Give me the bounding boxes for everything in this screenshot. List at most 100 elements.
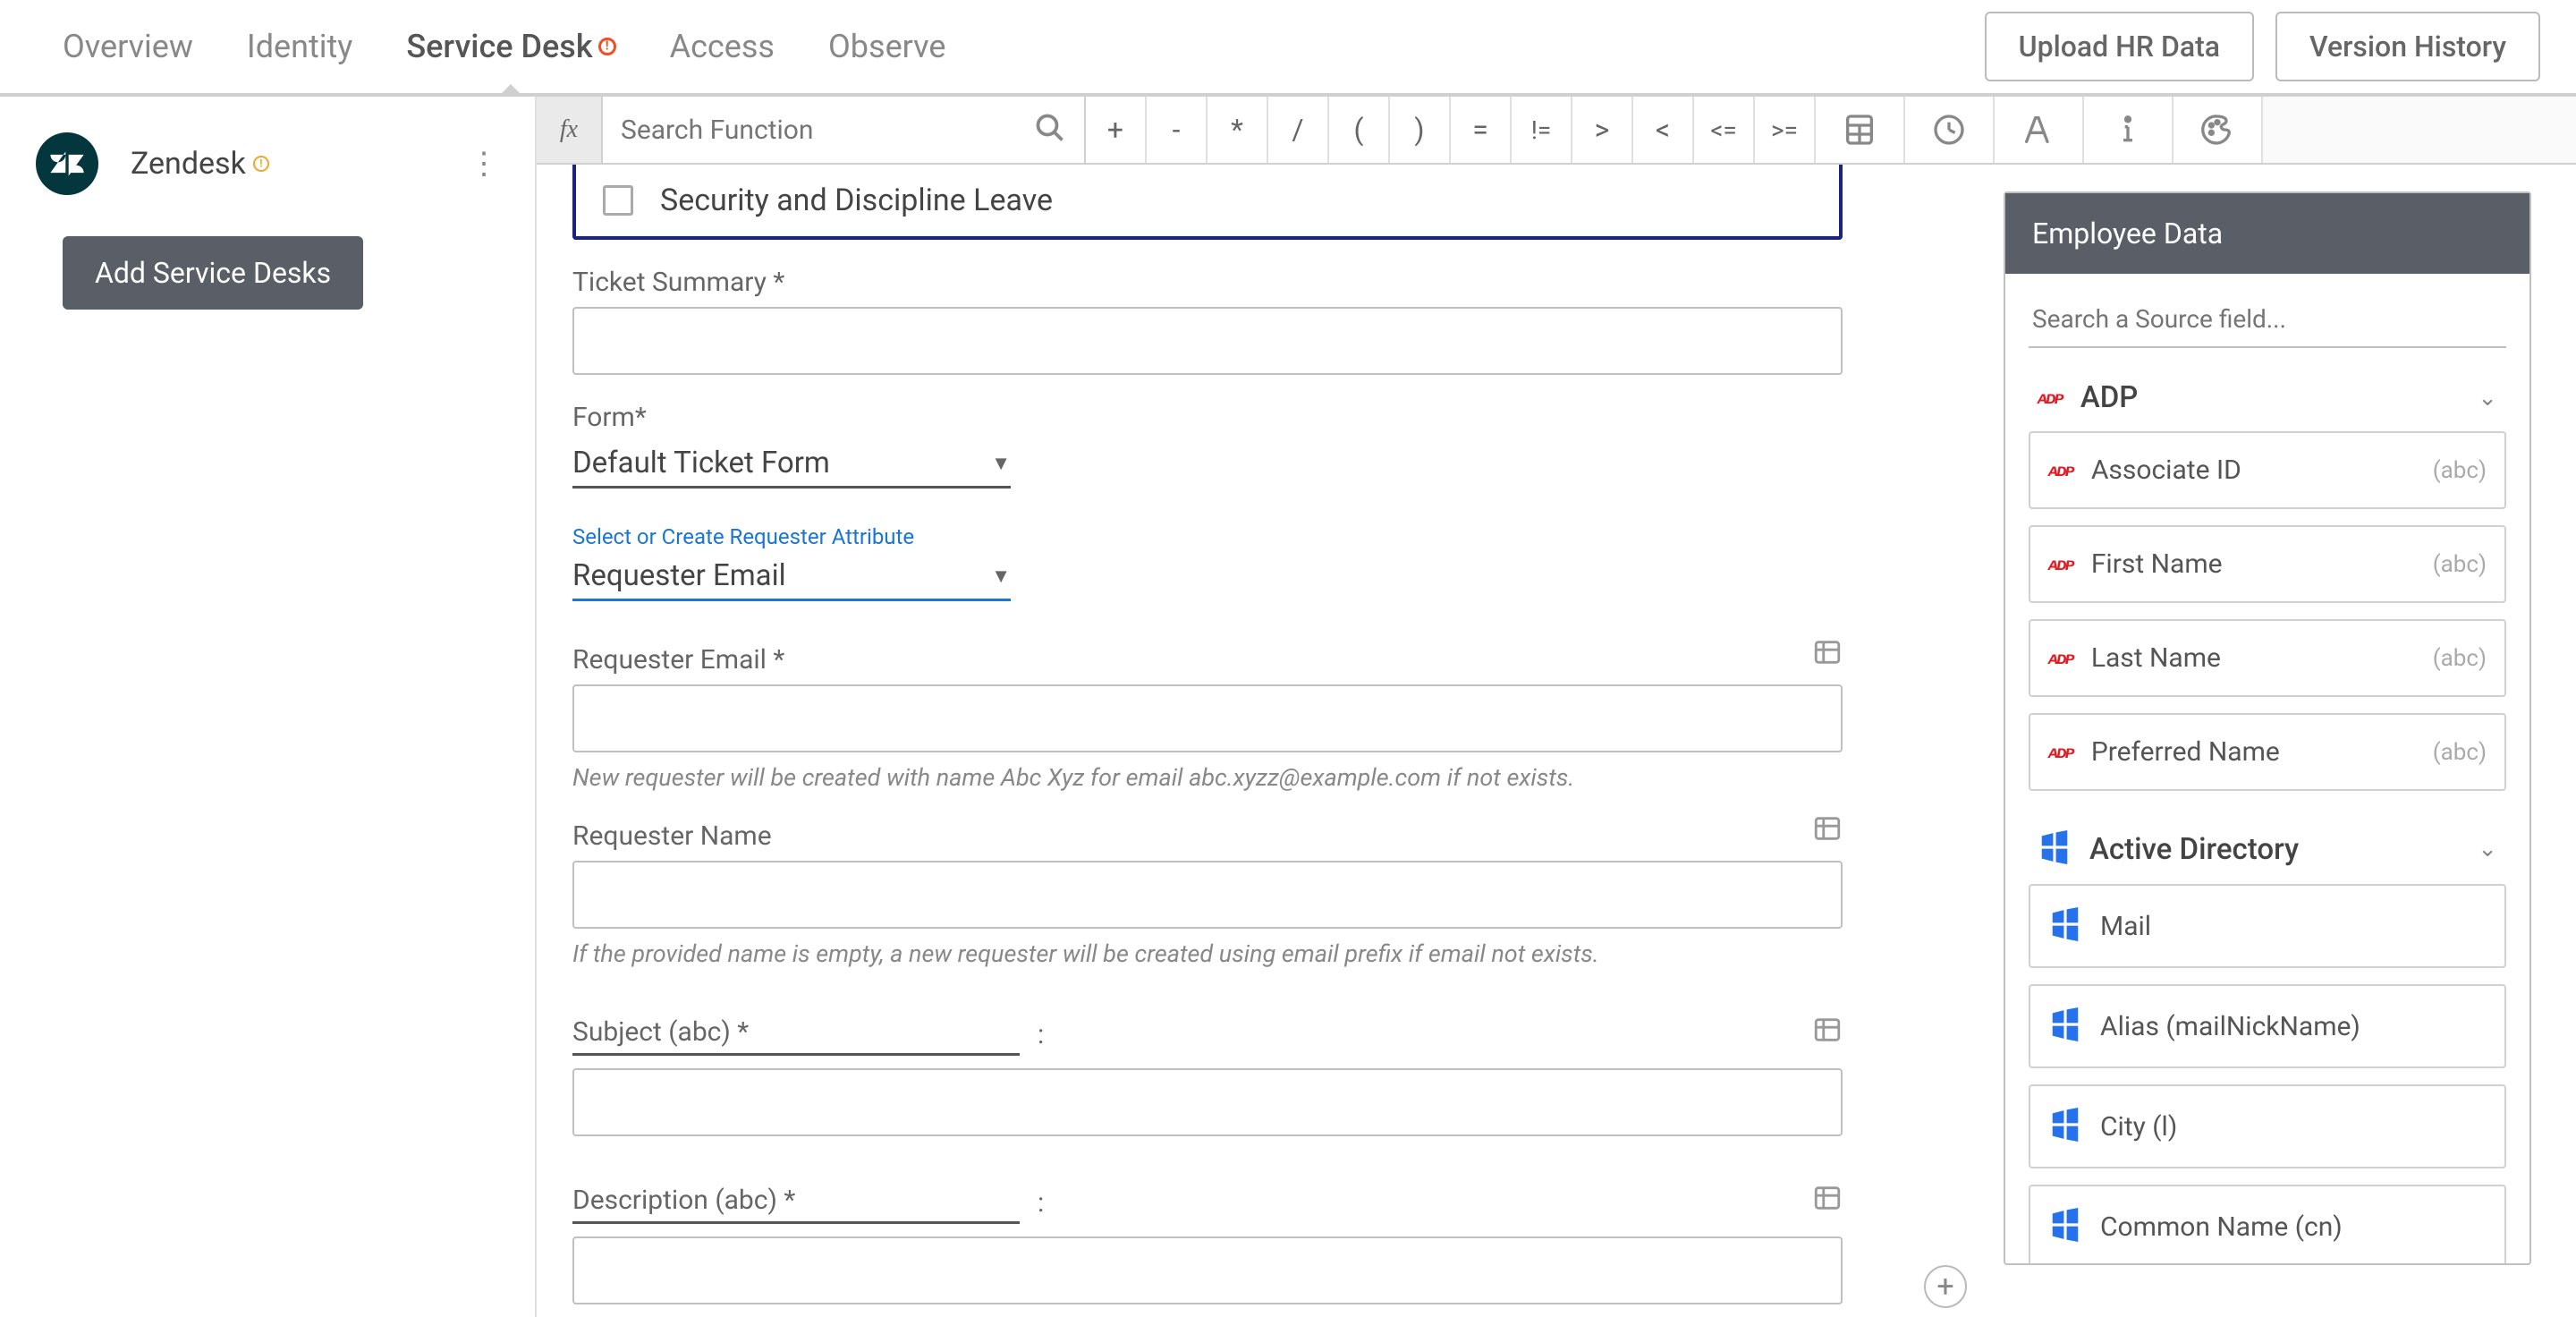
tab-observe[interactable]: Observe	[801, 0, 972, 93]
source-adp-header[interactable]: ᴀᴅᴘ ADP ⌄	[2029, 357, 2506, 431]
requester-attribute-select[interactable]: Requester Email ▼	[572, 555, 1011, 601]
source-ad-header[interactable]: Active Directory ⌄	[2029, 807, 2506, 884]
sidebar: Zendesk ⋮ Add Service Desks	[0, 97, 537, 1317]
requester-name-label: Requester Name	[572, 820, 1020, 852]
field-label: Alias (mailNickName)	[2100, 1011, 2487, 1042]
field-last-name[interactable]: ᴀᴅᴘ Last Name (abc)	[2029, 619, 2506, 697]
add-field-button[interactable]: +	[1924, 1265, 1967, 1308]
op-rparen[interactable]: )	[1390, 97, 1451, 163]
map-field-icon[interactable]	[1812, 813, 1843, 847]
ticket-summary-label: Ticket Summary *	[572, 267, 1843, 298]
info-icon[interactable]	[2084, 97, 2174, 163]
op-lt[interactable]: <	[1633, 97, 1694, 163]
tab-overview[interactable]: Overview	[36, 0, 220, 93]
more-menu-icon[interactable]: ⋮	[469, 146, 499, 182]
adp-logo-icon: ᴀᴅᴘ	[2038, 387, 2063, 409]
field-first-name[interactable]: ᴀᴅᴘ First Name (abc)	[2029, 525, 2506, 603]
field-label: Associate ID	[2091, 455, 2433, 486]
field-preferred-name[interactable]: ᴀᴅᴘ Preferred Name (abc)	[2029, 713, 2506, 791]
option-security-leave[interactable]: Security and Discipline Leave	[572, 165, 1843, 240]
map-field-icon[interactable]	[1812, 1183, 1843, 1217]
requester-attribute-value: Requester Email	[572, 558, 991, 593]
sidebar-item-zendesk[interactable]: Zendesk ⋮	[0, 123, 535, 204]
subject-input[interactable]	[572, 1068, 1843, 1136]
op-eq[interactable]: =	[1451, 97, 1512, 163]
top-nav: Overview Identity Service Desk Access Ob…	[0, 0, 2576, 97]
clock-icon[interactable]	[1905, 97, 1995, 163]
employee-data-column: Employee Data ᴀᴅᴘ ADP ⌄ ᴀᴅᴘ Associate ID…	[2004, 165, 2576, 1317]
upload-hr-data-button[interactable]: Upload HR Data	[1985, 12, 2254, 81]
palette-icon[interactable]	[2174, 97, 2263, 163]
op-minus[interactable]: -	[1147, 97, 1208, 163]
field-type: (abc)	[2433, 645, 2487, 672]
colon: :	[1038, 1019, 1044, 1050]
search-function-input[interactable]	[621, 115, 1034, 146]
zendesk-logo-icon	[36, 132, 98, 195]
checkbox-label: Security and Discipline Leave	[660, 183, 1053, 218]
chevron-down-icon: ⌄	[2478, 836, 2497, 862]
active-directory-logo-icon	[2048, 1208, 2082, 1245]
chevron-down-icon: ▼	[991, 452, 1011, 475]
colon: :	[1038, 1187, 1044, 1219]
active-directory-logo-icon	[2048, 1007, 2082, 1045]
op-multiply[interactable]: *	[1208, 97, 1268, 163]
map-field-icon[interactable]	[1812, 1015, 1843, 1049]
op-gte[interactable]: >=	[1755, 97, 1816, 163]
op-lte[interactable]: <=	[1694, 97, 1755, 163]
chevron-down-icon: ▼	[991, 565, 1011, 588]
field-associate-id[interactable]: ᴀᴅᴘ Associate ID (abc)	[2029, 431, 2506, 509]
warning-icon	[253, 156, 269, 172]
form-select-value: Default Ticket Form	[572, 446, 991, 480]
requester-name-input[interactable]	[572, 861, 1843, 929]
active-directory-logo-icon	[2048, 907, 2082, 945]
op-lparen[interactable]: (	[1329, 97, 1390, 163]
formula-toolbar: fx + - * / ( ) = != > < <= >=	[537, 97, 2576, 165]
search-icon[interactable]	[1034, 112, 1066, 148]
description-label: Description (abc) *	[572, 1185, 1020, 1216]
requester-name-hint: If the provided name is empty, a new req…	[572, 939, 1843, 968]
adp-logo-icon: ᴀᴅᴘ	[2048, 459, 2073, 481]
alert-icon	[598, 38, 616, 55]
tab-access[interactable]: Access	[643, 0, 801, 93]
field-city[interactable]: City (l)	[2029, 1084, 2506, 1168]
field-label: Preferred Name	[2091, 736, 2433, 768]
form-select[interactable]: Default Ticket Form ▼	[572, 442, 1011, 489]
adp-logo-icon: ᴀᴅᴘ	[2048, 741, 2073, 763]
adp-logo-icon: ᴀᴅᴘ	[2048, 647, 2073, 669]
field-common-name[interactable]: Common Name (cn)	[2029, 1185, 2506, 1263]
field-alias[interactable]: Alias (mailNickName)	[2029, 984, 2506, 1068]
field-mail[interactable]: Mail	[2029, 884, 2506, 968]
field-type: (abc)	[2433, 739, 2487, 766]
adp-logo-icon: ᴀᴅᴘ	[2048, 553, 2073, 575]
tab-identity[interactable]: Identity	[220, 0, 379, 93]
active-directory-logo-icon	[2038, 830, 2072, 868]
subject-label: Subject (abc) *	[572, 1016, 1020, 1048]
text-icon[interactable]	[1995, 97, 2084, 163]
map-field-icon[interactable]	[1812, 637, 1843, 671]
field-type: (abc)	[2433, 551, 2487, 578]
employee-data-title: Employee Data	[2005, 193, 2529, 274]
source-name: ADP	[2080, 380, 2478, 415]
field-label: City (l)	[2100, 1111, 2487, 1143]
tab-service-desk[interactable]: Service Desk	[379, 0, 642, 93]
ticket-summary-input[interactable]	[572, 307, 1843, 375]
calculator-icon[interactable]	[1816, 97, 1905, 163]
op-plus[interactable]: +	[1086, 97, 1147, 163]
main: fx + - * / ( ) = != > < <= >=	[537, 97, 2576, 1317]
version-history-button[interactable]: Version History	[2275, 12, 2540, 81]
requester-email-hint: New requester will be created with name …	[572, 763, 1843, 792]
field-type: (abc)	[2433, 457, 2487, 484]
op-neq[interactable]: !=	[1512, 97, 1572, 163]
field-label: Common Name (cn)	[2100, 1211, 2487, 1243]
requester-email-input[interactable]	[572, 684, 1843, 752]
field-label: Mail	[2100, 911, 2487, 942]
requester-attribute-label: Select or Create Requester Attribute	[572, 524, 1843, 549]
add-service-desks-button[interactable]: Add Service Desks	[63, 236, 363, 310]
op-divide[interactable]: /	[1268, 97, 1329, 163]
op-gt[interactable]: >	[1572, 97, 1633, 163]
employee-data-search[interactable]	[2029, 292, 2506, 348]
employee-data-panel: Employee Data ᴀᴅᴘ ADP ⌄ ᴀᴅᴘ Associate ID…	[2004, 191, 2531, 1265]
checkbox-icon[interactable]	[603, 185, 633, 216]
description-input[interactable]	[572, 1236, 1843, 1304]
field-label: First Name	[2091, 548, 2433, 580]
